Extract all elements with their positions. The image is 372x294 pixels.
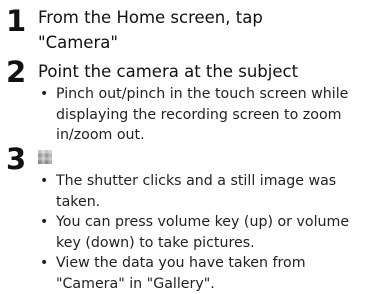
bullet-icon: •	[40, 84, 48, 105]
step-title-line: "Camera"	[38, 30, 366, 55]
step-number: 3	[6, 144, 28, 174]
list-item-line: You can press volume key (up) or volume	[56, 212, 368, 233]
list-item-line: "Camera" in "Gallery".	[56, 274, 368, 294]
step-title: Point the camera at the subject	[38, 59, 366, 84]
bullet-icon: •	[40, 212, 48, 233]
shutter-key-icon	[38, 150, 52, 164]
step-number: 2	[6, 57, 28, 87]
step-title: From the Home screen, tap "Camera"	[38, 5, 366, 55]
list-item-line: displaying the recording screen to zoom	[56, 105, 368, 126]
bullet-icon: •	[40, 171, 48, 192]
list-item: • Pinch out/pinch in the touch screen wh…	[38, 84, 368, 146]
list-item-line: Pinch out/pinch in the touch screen whil…	[56, 84, 368, 105]
bullet-list: • Pinch out/pinch in the touch screen wh…	[38, 84, 368, 146]
step-title-line: From the Home screen, tap	[38, 5, 366, 30]
list-item-line: The shutter clicks and a still image was	[56, 171, 368, 192]
list-item-line: in/zoom out.	[56, 125, 368, 146]
bullet-list: • The shutter clicks and a still image w…	[38, 171, 368, 294]
list-item-line: taken.	[56, 192, 368, 213]
list-item: • You can press volume key (up) or volum…	[38, 212, 368, 253]
list-item-line: View the data you have taken from	[56, 253, 368, 274]
step-number: 1	[6, 6, 28, 36]
list-item: • The shutter clicks and a still image w…	[38, 171, 368, 212]
list-item: • View the data you have taken from "Cam…	[38, 253, 368, 294]
list-item-line: key (down) to take pictures.	[56, 233, 368, 254]
bullet-icon: •	[40, 253, 48, 274]
